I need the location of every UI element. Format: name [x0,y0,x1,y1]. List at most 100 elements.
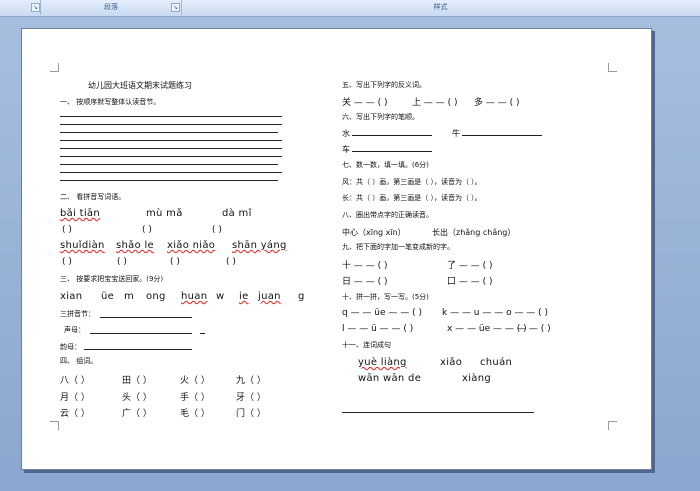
answer-paren[interactable]: ( ) [226,257,236,267]
add-stroke-item[interactable]: 十 — — ( ) [342,258,387,271]
ribbon-bar: ↘ 段落 ↘ 样式 [0,0,700,17]
question-11: 十一、连词成句 [342,341,391,349]
word-item[interactable]: 头（ ） [122,390,152,403]
crop-mark [608,63,617,72]
question-1: 一、 按顺序默写整体认读音节。 [60,98,161,106]
spell-item[interactable]: q — — üe — — ( ) [342,308,422,318]
pinyin-word: wān wān de [358,373,422,384]
word-item[interactable]: 广（ ） [122,406,152,419]
answer-line[interactable] [200,333,205,334]
pinyin-word: shǎo le [116,240,155,251]
antonym-item[interactable]: 关 — — ( ) [342,95,387,108]
ribbon-group-styles[interactable]: 样式 [182,0,699,15]
dialog-launcher-icon[interactable]: ↘ [171,3,180,12]
pinyin-word: xiàng [462,373,492,384]
word-item[interactable]: 田（ ） [122,373,152,386]
stroke-char: 牛 [452,129,460,138]
question-4: 四、 组词。 [60,357,98,365]
ribbon-group-styles-label: 样式 [433,3,448,11]
word-item[interactable]: 云（ ） [60,406,90,419]
question-10: 十、拼一拼，写一写。(5分) [342,293,429,301]
question-2: 二、 看拼音写词语。 [60,193,126,201]
writing-line[interactable] [60,148,282,149]
spell-item[interactable]: x — — üe — — ( ) [447,324,527,334]
answer-line[interactable] [84,349,192,350]
writing-line[interactable] [60,180,278,181]
syllable: huan [181,291,208,302]
word-item[interactable]: 九（ ） [236,373,266,386]
writing-line[interactable] [60,132,278,133]
answer-line[interactable] [90,333,192,334]
answer-line[interactable] [462,135,542,136]
writing-line[interactable] [60,172,282,173]
stroke-char: 水 [342,129,350,138]
spell-item[interactable]: — — ( ) [517,324,551,334]
count-line[interactable]: 长：共（ ）画，第三画是（ ），读音为（ ）。 [342,193,482,203]
pinyin-word: chuán [480,357,513,368]
syllable: m [124,291,135,302]
syllable: juan [258,291,281,302]
answer-paren[interactable]: ( ) [170,257,180,267]
syllable: üe [101,291,115,302]
antonym-item[interactable]: 多 — — ( ) [474,95,519,108]
question-5: 五、写出下列字的反义词。 [342,81,426,89]
answer-line[interactable] [100,317,192,318]
ribbon-group-paragraph-label: 段落 [104,3,118,11]
writing-line[interactable] [60,140,282,141]
pinyin-word: xiǎo [440,357,463,368]
spell-item[interactable]: l — — ü — — ( ) [342,324,413,334]
syllable: xian [60,291,83,302]
antonym-item[interactable]: 上 — — ( ) [412,95,457,108]
writing-line[interactable] [60,124,282,125]
spell-item[interactable]: k — — u — — o — — ( ) [442,308,548,318]
word-item[interactable]: 门（ ） [236,406,266,419]
add-stroke-item[interactable]: 日 — — ( ) [342,274,387,287]
syllable: g [298,291,305,302]
dialog-launcher-icon[interactable]: ↘ [31,3,40,12]
writing-line[interactable] [60,156,282,157]
crop-mark [50,421,59,430]
reading-choice-b[interactable]: 长出（zhǎng chǎng） [432,227,515,238]
document-title: 幼儿园大班语文期末试题练习 [88,81,192,90]
answer-paren[interactable]: ( ) [62,257,72,267]
ribbon-group-paragraph[interactable]: 段落 ↘ [41,0,182,15]
question-3: 三、 按要求把宝宝送回家。(9分) [60,275,164,283]
count-line[interactable]: 风：共（ ）画，第三画是（ ），读音为（ ）。 [342,177,482,187]
answer-paren[interactable]: ( ) [117,257,127,267]
syllable: ong [146,291,166,302]
label-initial: 声母： [64,326,85,334]
label-final: 韵母： [60,343,81,351]
word-item[interactable]: 八（ ） [60,373,90,386]
word-item[interactable]: 毛（ ） [180,406,210,419]
label-three-part: 三拼音节： [60,310,95,318]
answer-line[interactable] [352,151,432,152]
pinyin-word: bǎi tiān [60,208,100,219]
answer-line[interactable] [342,412,534,413]
ribbon-group-font[interactable]: ↘ [0,0,41,15]
pinyin-word: shuǐdiàn [60,240,105,251]
question-8: 八、圈出带点字的正确读音。 [342,211,433,219]
question-9: 九、把下面的字加一笔变成新的字。 [342,243,454,251]
syllable: ie [239,291,249,302]
word-item[interactable]: 火（ ） [180,373,210,386]
add-stroke-item[interactable]: 口 — — ( ) [447,274,492,287]
word-item[interactable]: 牙（ ） [236,390,266,403]
document-page[interactable]: 幼儿园大班语文期末试题练习 一、 按顺序默写整体认读音节。 二、 看拼音写词语。… [21,28,652,470]
writing-line[interactable] [60,164,278,165]
question-7: 七、数一数，填一填。(6分) [342,161,429,169]
crop-mark [50,63,59,72]
pinyin-word: shān yáng [232,240,287,251]
reading-choice-a[interactable]: 中心（xīng xīn） [342,227,406,238]
add-stroke-item[interactable]: 了 — — ( ) [447,258,492,271]
word-item[interactable]: 月（ ） [60,390,90,403]
answer-paren[interactable]: ( ) [62,225,72,235]
answer-paren[interactable]: ( ) [142,225,152,235]
word-item[interactable]: 手（ ） [180,390,210,403]
question-6: 六、写出下列字的笔顺。 [342,113,419,121]
syllable: w [216,291,225,302]
answer-paren[interactable]: ( ) [212,225,222,235]
pinyin-word: xiǎo niǎo [167,240,216,251]
answer-line[interactable] [352,135,432,136]
writing-line[interactable] [60,116,282,117]
pinyin-word: dà mǐ [222,208,252,219]
